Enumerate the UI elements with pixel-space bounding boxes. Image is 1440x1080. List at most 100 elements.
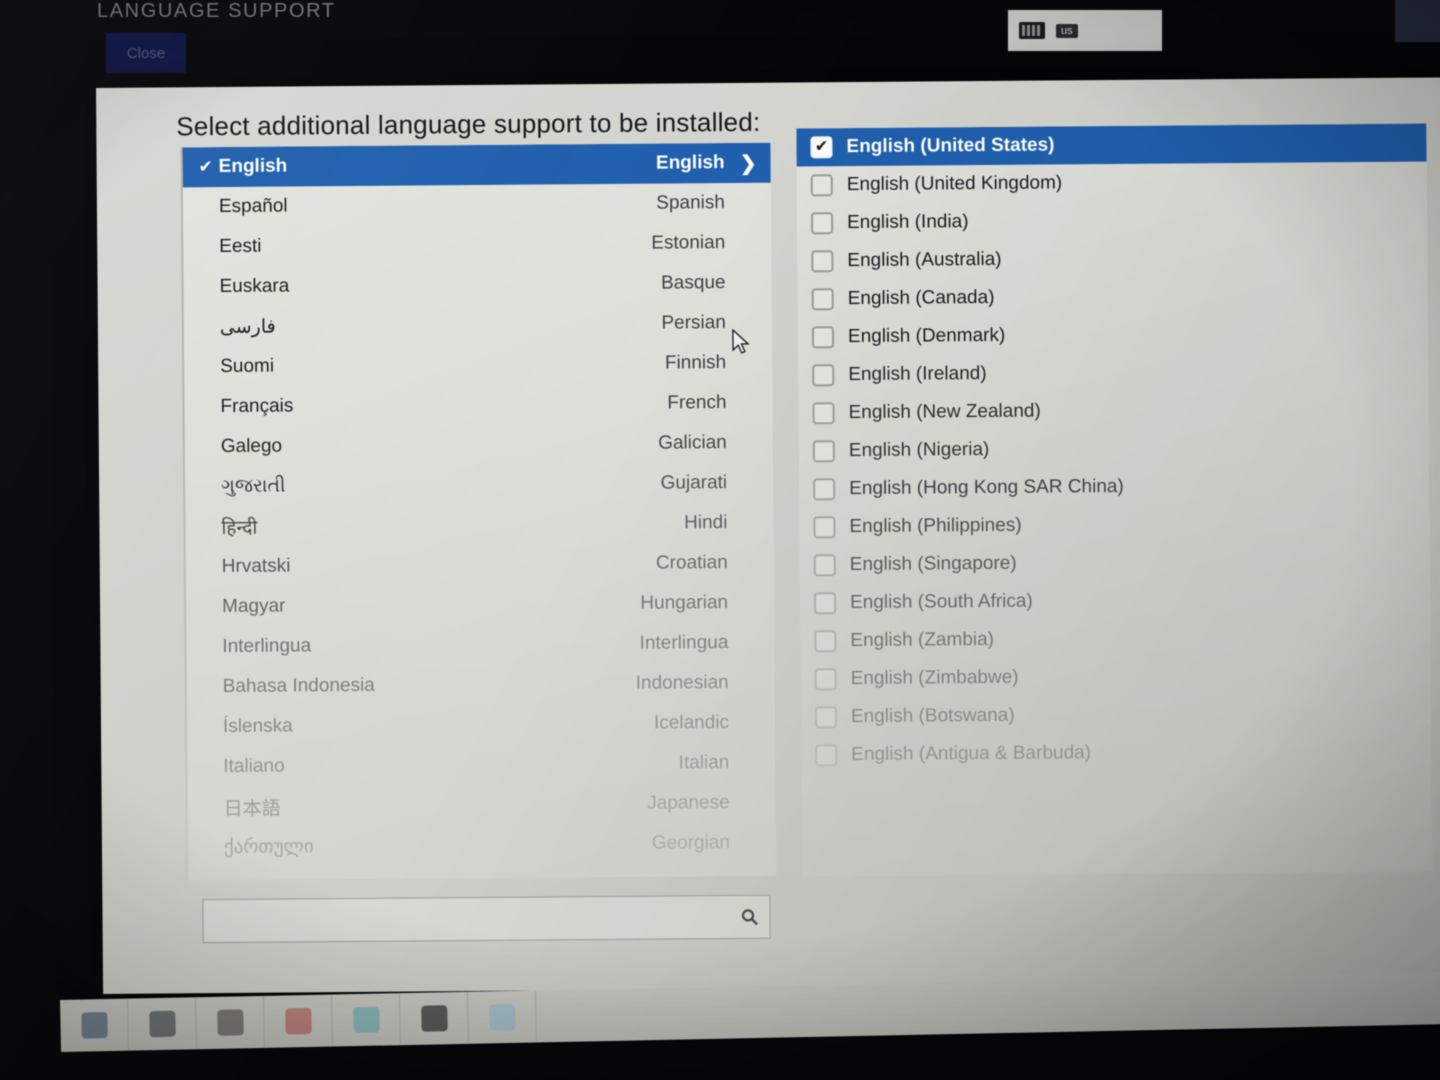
- language-row[interactable]: Italiano Italian: [187, 743, 775, 788]
- locale-label: English (United States): [846, 134, 1055, 158]
- page-title: LANGUAGE SUPPORT: [97, 0, 336, 22]
- locale-checkbox[interactable]: [814, 668, 837, 691]
- locale-label: English (United Kingdom): [846, 172, 1063, 196]
- locale-checkbox[interactable]: [811, 326, 835, 349]
- locale-checkbox[interactable]: [813, 516, 836, 539]
- keyboard-layout-label: us: [1056, 23, 1078, 38]
- locale-row[interactable]: English (Zimbabwe): [801, 656, 1431, 699]
- locale-row[interactable]: English (Botswana): [801, 694, 1431, 737]
- locale-checkbox[interactable]: [811, 288, 834, 311]
- locale-row[interactable]: English (New Zealand): [798, 390, 1428, 433]
- language-english-name: French: [667, 392, 727, 414]
- locale-row[interactable]: English (United States): [796, 123, 1427, 167]
- search-input[interactable]: [203, 908, 730, 930]
- locale-label: English (Hong Kong SAR China): [849, 475, 1124, 500]
- locale-row[interactable]: English (Singapore): [800, 542, 1430, 585]
- locale-checkbox[interactable]: [813, 554, 836, 577]
- search-icon[interactable]: [729, 896, 769, 938]
- language-native-name: Bahasa Indonesia: [222, 674, 375, 698]
- locale-checkbox[interactable]: [815, 744, 838, 767]
- language-native-name: Magyar: [221, 595, 286, 618]
- keyboard-icon: [1019, 22, 1045, 39]
- locale-checkbox[interactable]: [810, 136, 833, 159]
- language-row[interactable]: Español Spanish: [183, 183, 771, 228]
- locale-row[interactable]: English (South Africa): [800, 580, 1430, 623]
- locale-label: English (Australia): [847, 248, 1002, 272]
- locale-label: English (Singapore): [849, 552, 1017, 576]
- chevron-right-icon[interactable]: ❯: [740, 150, 757, 175]
- locale-label: English (Antigua & Barbuda): [851, 742, 1092, 766]
- language-row[interactable]: Íslenska Icelandic: [187, 703, 775, 748]
- language-native-name: ગુજરાતી: [221, 475, 286, 498]
- language-english-name: Georgian: [651, 832, 731, 854]
- locale-row[interactable]: English (India): [797, 200, 1427, 243]
- language-row[interactable]: Hrvatski Croatian: [186, 543, 774, 588]
- locale-checkbox[interactable]: [812, 364, 835, 387]
- locale-label: English (Denmark): [847, 324, 1006, 348]
- locale-row[interactable]: English (United Kingdom): [797, 162, 1427, 205]
- screen-photo: LANGUAGE SUPPORT Close us Select additio…: [0, 0, 1440, 1080]
- language-row[interactable]: 日本語 Japanese: [187, 783, 775, 828]
- locale-checkbox[interactable]: [813, 592, 837, 615]
- language-native-name: English: [218, 155, 288, 178]
- language-row[interactable]: Galego Galician: [185, 423, 773, 468]
- app-icon-5-icon: [352, 1006, 380, 1034]
- locale-label: English (Botswana): [850, 704, 1015, 728]
- search-box[interactable]: [202, 894, 771, 944]
- locale-row[interactable]: English (Denmark): [798, 314, 1428, 357]
- dock-item[interactable]: [195, 995, 266, 1050]
- language-row[interactable]: हिन्दी Hindi: [185, 503, 773, 548]
- locale-checkbox[interactable]: [810, 174, 833, 197]
- locale-label: English (Zambia): [850, 628, 995, 652]
- close-button[interactable]: Close: [106, 33, 186, 73]
- app-icon-2-icon: [148, 1010, 176, 1038]
- language-row[interactable]: Suomi Finnish: [184, 343, 772, 388]
- locale-row[interactable]: English (Ireland): [798, 352, 1428, 395]
- locale-row[interactable]: English (Australia): [797, 238, 1427, 281]
- locale-checkbox[interactable]: [814, 630, 837, 653]
- language-row[interactable]: Euskara Basque: [183, 263, 771, 308]
- language-native-name: Eesti: [219, 235, 262, 258]
- dock-item[interactable]: [127, 997, 198, 1051]
- language-row[interactable]: ગુજરાતી Gujarati: [185, 463, 773, 508]
- locale-row[interactable]: English (Antigua & Barbuda): [801, 732, 1431, 775]
- locale-checkbox[interactable]: [812, 440, 835, 463]
- language-row[interactable]: فارسی Persian: [184, 303, 772, 348]
- locale-list[interactable]: English (United States) English (United K…: [796, 123, 1433, 877]
- locale-row[interactable]: English (Hong Kong SAR China): [799, 466, 1429, 509]
- locale-label: English (Philippines): [849, 514, 1022, 538]
- dock-item[interactable]: [399, 991, 469, 1046]
- dock-item[interactable]: [331, 993, 401, 1047]
- language-list[interactable]: ✔ English English ❯ Español Spanish Eesti Eston…: [180, 142, 777, 881]
- screen-edge-strip: [1395, 0, 1440, 42]
- locale-checkbox[interactable]: [810, 212, 834, 235]
- app-icon-1-icon: [80, 1012, 108, 1039]
- language-english-name: English: [655, 152, 725, 174]
- locale-checkbox[interactable]: [814, 706, 838, 729]
- language-english-name: Italian: [678, 752, 730, 774]
- language-row[interactable]: ქართული Georgian: [188, 823, 776, 868]
- language-row[interactable]: ✔ English English ❯: [182, 142, 771, 188]
- language-row[interactable]: Interlingua Interlingua: [186, 623, 774, 668]
- language-row[interactable]: Magyar Hungarian: [186, 583, 774, 628]
- language-row[interactable]: Français French: [184, 383, 772, 428]
- locale-checkbox[interactable]: [813, 478, 836, 501]
- language-english-name: Icelandic: [653, 712, 730, 734]
- dock-item[interactable]: [60, 998, 130, 1052]
- locale-checkbox[interactable]: [811, 250, 834, 273]
- language-support-dialog: Select additional language support to be…: [96, 77, 1440, 994]
- locale-checkbox[interactable]: [812, 402, 835, 425]
- language-row[interactable]: Bahasa Indonesia Indonesian: [187, 663, 775, 708]
- dock-item[interactable]: [467, 990, 537, 1044]
- app-icon-3-icon: [216, 1009, 244, 1036]
- locale-row[interactable]: English (Nigeria): [799, 428, 1429, 471]
- keyboard-layout-tray[interactable]: us: [1006, 8, 1164, 53]
- locale-row[interactable]: English (Canada): [798, 276, 1428, 319]
- language-row[interactable]: Eesti Estonian: [183, 223, 771, 268]
- locale-row[interactable]: English (Philippines): [799, 504, 1429, 547]
- dock-item[interactable]: [263, 994, 333, 1048]
- app-icon-7-icon: [488, 1003, 516, 1031]
- locale-label: English (South Africa): [849, 590, 1033, 614]
- locale-row[interactable]: English (Zambia): [800, 618, 1430, 661]
- language-native-name: Hrvatski: [221, 555, 291, 578]
